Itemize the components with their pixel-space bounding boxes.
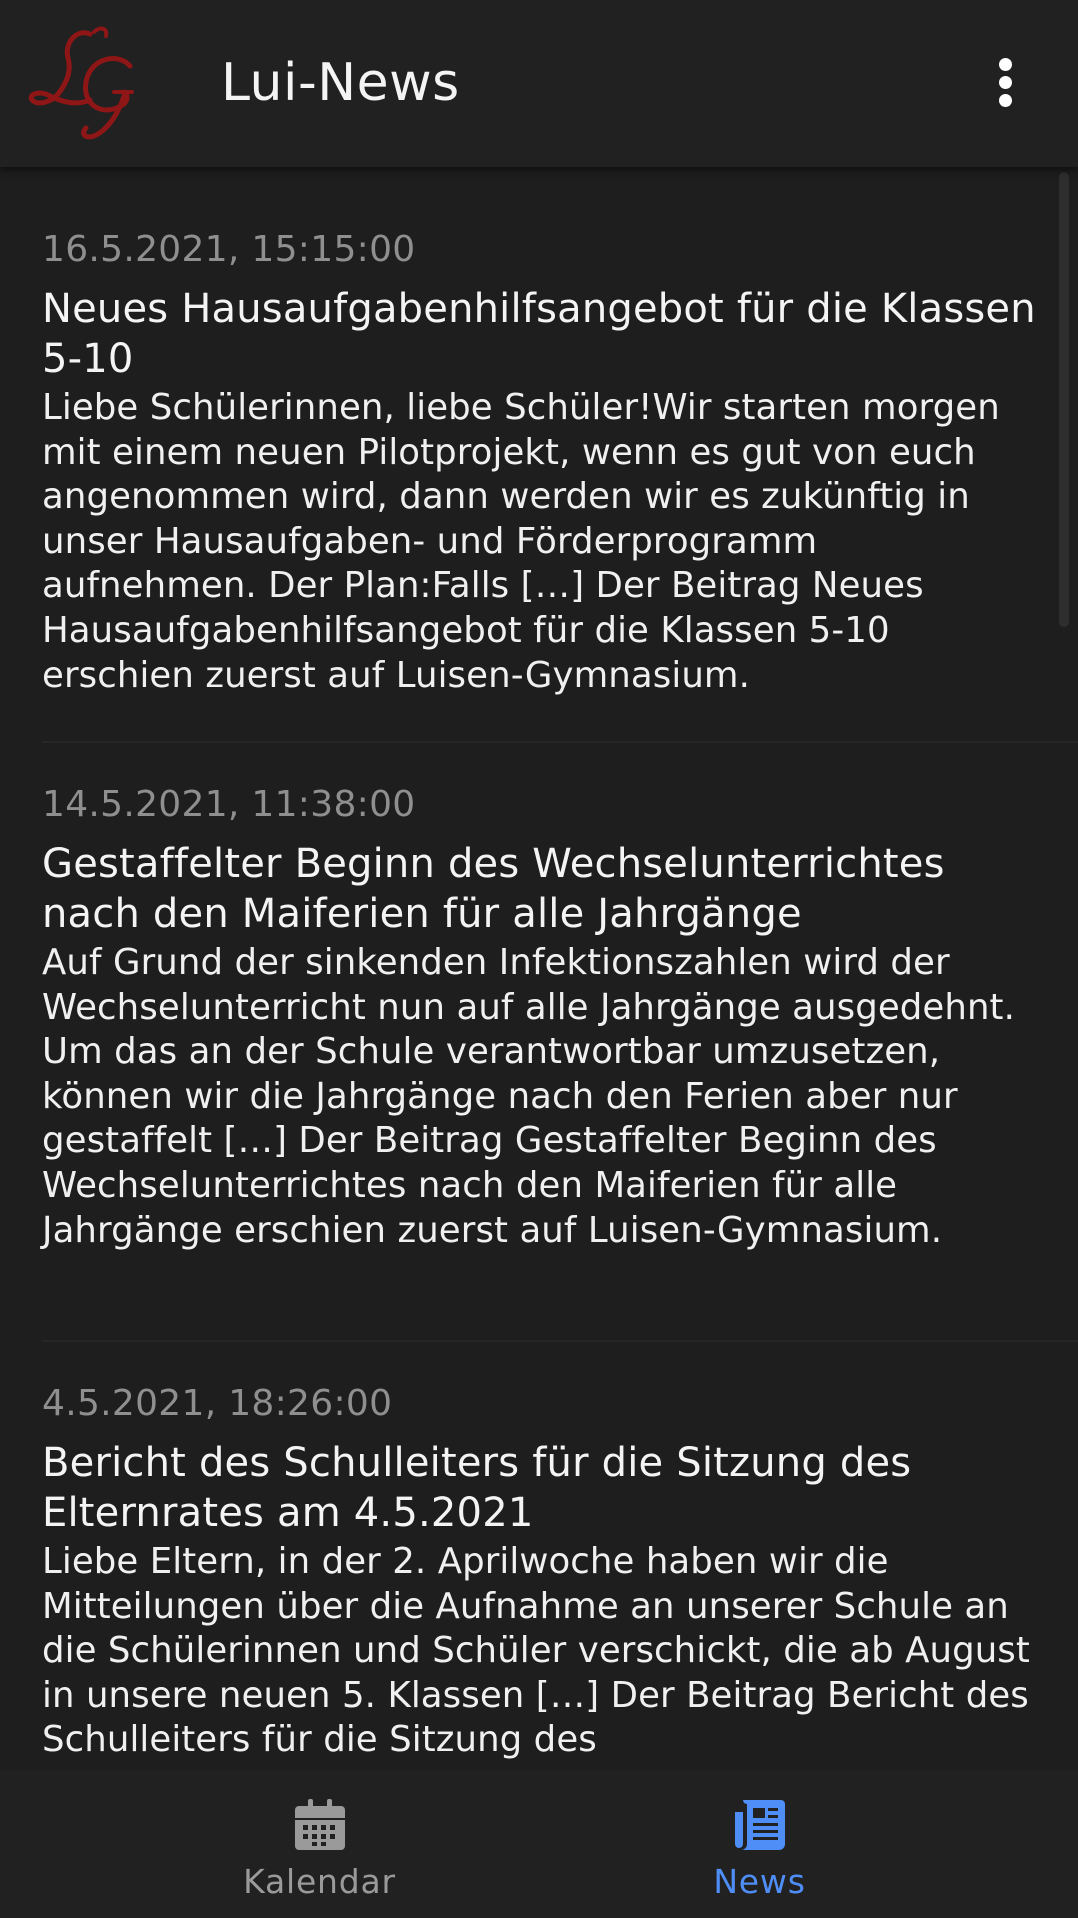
divider bbox=[42, 1340, 1078, 1342]
news-date: 4.5.2021, 18:26:00 bbox=[42, 1383, 393, 1424]
news-excerpt: Liebe Eltern, in der 2. Aprilwoche haben… bbox=[42, 1541, 1030, 1761]
nav-label-news: News bbox=[713, 1862, 806, 1901]
divider bbox=[42, 741, 1078, 743]
news-item[interactable]: 4.5.2021, 18:26:00 Bericht des Schulleit… bbox=[42, 1382, 1042, 1763]
app-bar: Lui-News bbox=[0, 0, 1078, 167]
news-list: 16.5.2021, 15:15:00 Neues Hausaufgabenhi… bbox=[0, 167, 1078, 1770]
nav-item-news[interactable]: News bbox=[490, 1770, 1029, 1918]
news-excerpt: Auf Grund der sinkenden Infektionszahlen… bbox=[42, 942, 1015, 1251]
news-date: 14.5.2021, 11:38:00 bbox=[42, 784, 416, 825]
bottom-navigation: Kalendar News bbox=[0, 1770, 1078, 1918]
news-item[interactable]: 14.5.2021, 11:38:00 Gestaffelter Beginn … bbox=[42, 783, 1042, 1253]
scrollbar[interactable] bbox=[1059, 172, 1069, 627]
news-title: Gestaffelter Beginn des Wechselunterrich… bbox=[42, 841, 945, 937]
newspaper-icon bbox=[733, 1798, 787, 1852]
more-vertical-icon[interactable] bbox=[980, 46, 1030, 118]
app-title: Lui-News bbox=[221, 53, 460, 113]
news-excerpt: Liebe Schülerinnen, liebe Schüler!Wir st… bbox=[42, 387, 1000, 696]
calendar-icon bbox=[293, 1798, 347, 1852]
news-title: Bericht des Schulleiters für die Sitzung… bbox=[42, 1440, 912, 1536]
news-item[interactable]: 16.5.2021, 15:15:00 Neues Hausaufgabenhi… bbox=[42, 228, 1042, 698]
lg-logo-icon bbox=[28, 22, 140, 142]
news-title: Neues Hausaufgabenhilfsangebot für die K… bbox=[42, 286, 1036, 382]
news-date: 16.5.2021, 15:15:00 bbox=[42, 229, 416, 270]
